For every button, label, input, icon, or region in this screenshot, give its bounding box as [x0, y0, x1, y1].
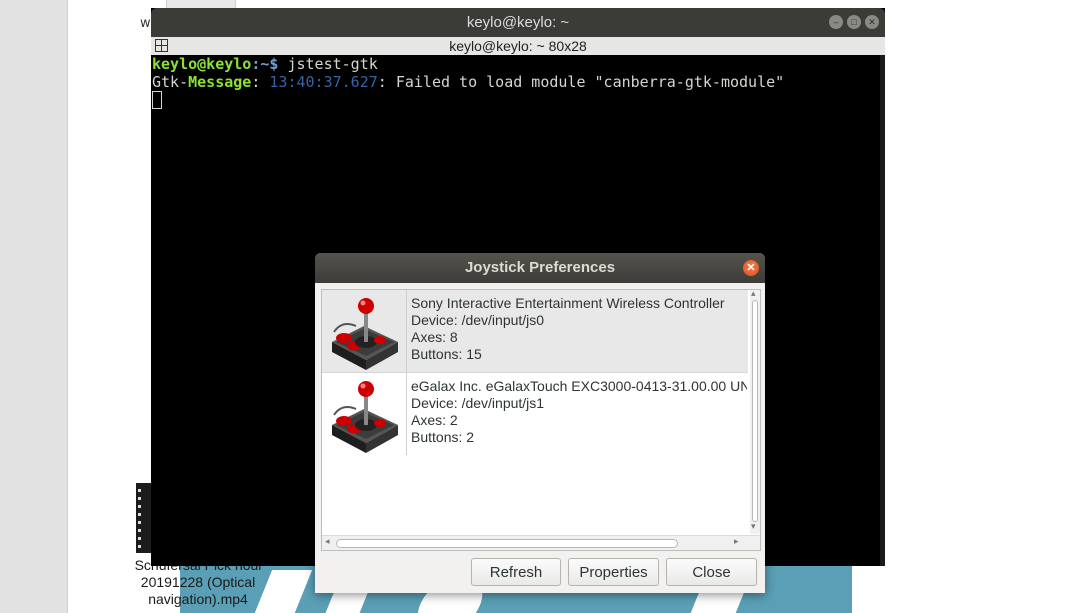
terminal-cursor	[152, 91, 162, 109]
msg-tag: Message	[188, 73, 252, 91]
video-file-icon[interactable]	[136, 483, 152, 553]
device-info: Sony Interactive Entertainment Wireless …	[407, 290, 747, 372]
device-axes: Axes: 2	[411, 412, 458, 428]
terminal-command: jstest-gtk	[287, 55, 378, 73]
terminal-scrollbar[interactable]	[880, 55, 885, 566]
prompt-user: keylo@keylo	[152, 55, 252, 73]
dialog-titlebar[interactable]: Joystick Preferences ✕	[315, 253, 765, 283]
msg-prefix: Gtk-	[152, 73, 189, 91]
desktop-partial-text: w	[140, 16, 151, 31]
device-info: eGalax Inc. eGalaxTouch EXC3000-0413-31.…	[407, 373, 747, 455]
close-icon[interactable]: ✕	[743, 260, 759, 276]
device-list[interactable]: Sony Interactive Entertainment Wireless …	[321, 289, 761, 551]
terminal-subtitle: keylo@keylo: ~ 80x28	[449, 38, 587, 54]
desktop-side-panel	[0, 0, 68, 613]
scroll-up-icon[interactable]: ▴	[751, 290, 756, 299]
device-row[interactable]: eGalax Inc. eGalaxTouch EXC3000-0413-31.…	[322, 373, 748, 455]
device-name: Sony Interactive Entertainment Wireless …	[411, 295, 725, 311]
device-name: eGalax Inc. eGalaxTouch EXC3000-0413-31.…	[411, 378, 747, 394]
device-path: Device: /dev/input/js0	[411, 312, 545, 328]
terminal-size-bar: keylo@keylo: ~ 80x28	[151, 37, 885, 55]
terminal-title: keylo@keylo: ~	[466, 14, 570, 31]
vertical-scrollbar[interactable]: ▴ ▾	[750, 290, 760, 534]
close-icon[interactable]: ✕	[865, 15, 879, 29]
scroll-left-icon[interactable]: ◂	[325, 537, 330, 547]
device-axes: Axes: 8	[411, 329, 458, 345]
device-path: Device: /dev/input/js1	[411, 395, 545, 411]
msg-separator: :	[251, 73, 270, 91]
joystick-icon	[322, 373, 407, 455]
terminal-titlebar[interactable]: keylo@keylo: ~ – □ ✕	[151, 8, 885, 37]
scroll-down-icon[interactable]: ▾	[751, 522, 756, 532]
device-buttons: Buttons: 2	[411, 429, 475, 445]
terminal-command-line: keylo@keylo:~$ jstest-gtk	[152, 55, 885, 73]
device-row[interactable]: Sony Interactive Entertainment Wireless …	[322, 290, 748, 373]
scrollbar-thumb[interactable]	[752, 300, 758, 522]
prompt-path: :~$	[251, 55, 288, 73]
terminal-menu-icon[interactable]	[155, 39, 168, 52]
close-button[interactable]: Close	[666, 558, 757, 586]
joystick-icon	[322, 290, 407, 372]
properties-button[interactable]: Properties	[568, 558, 659, 586]
horizontal-scrollbar[interactable]: ◂ ▸	[322, 535, 760, 550]
scrollbar-thumb[interactable]	[336, 539, 678, 548]
terminal-message-line: Gtk-Message: 13:40:37.627: Failed to loa…	[152, 73, 885, 91]
maximize-icon[interactable]: □	[847, 15, 861, 29]
msg-timestamp: 13:40:37.627	[269, 73, 378, 91]
msg-text: : Failed to load module "canberra-gtk-mo…	[377, 73, 785, 91]
minimize-icon[interactable]: –	[829, 15, 843, 29]
device-buttons: Buttons: 15	[411, 346, 482, 362]
refresh-button[interactable]: Refresh	[471, 558, 561, 586]
joystick-preferences-dialog: Joystick Preferences ✕ Sony Interactive …	[315, 253, 765, 593]
dialog-title: Joystick Preferences	[464, 259, 616, 276]
scroll-right-icon[interactable]: ▸	[734, 537, 739, 547]
